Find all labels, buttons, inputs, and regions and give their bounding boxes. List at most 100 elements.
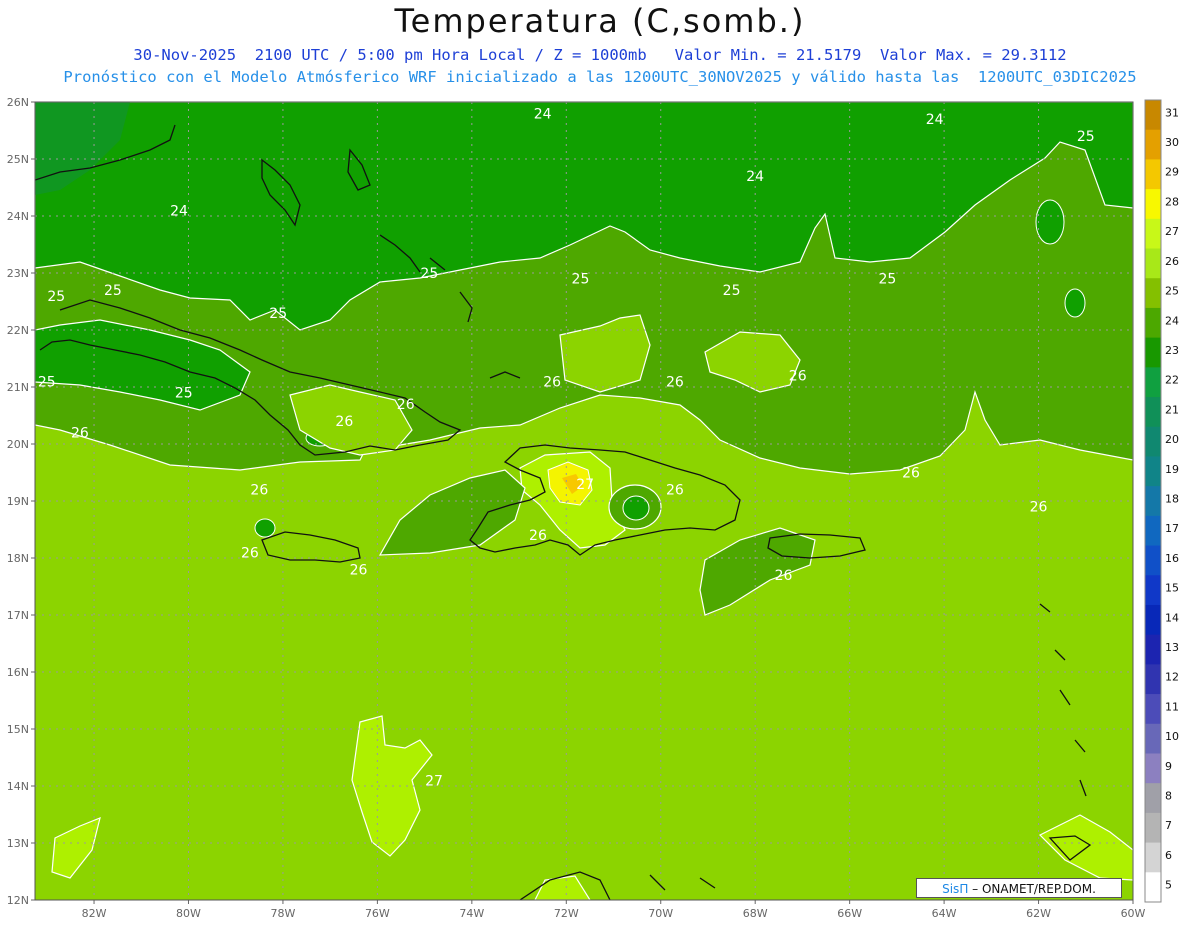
lat-label-17N: 17N xyxy=(7,609,29,622)
contour-label-19: 26 xyxy=(71,426,89,442)
colorbar-swatch-5 xyxy=(1145,248,1161,279)
lat-label-26N: 26N xyxy=(7,96,29,109)
credit-org: ONAMET/REP.DOM. xyxy=(981,882,1096,896)
lat-label-19N: 19N xyxy=(7,495,29,508)
contour-label-20: 26 xyxy=(250,483,268,499)
credit-separator: – xyxy=(968,882,982,896)
contour-label-10: 25 xyxy=(879,272,897,288)
contour-label-14: 26 xyxy=(543,374,561,390)
colorbar-swatch-8 xyxy=(1145,337,1161,368)
colorbar-swatch-4 xyxy=(1145,218,1161,250)
contour-label-0: 24 xyxy=(534,106,552,122)
colorbar-label-6: 6 xyxy=(1165,849,1172,862)
colorbar-swatch-15 xyxy=(1145,545,1161,576)
contour-label-5: 25 xyxy=(47,289,65,305)
contour-label-8: 25 xyxy=(572,272,590,288)
colorbar-label-20: 20 xyxy=(1165,433,1179,446)
temperature-map[interactable]: 26N 25N 24N 23N 22N 21N 20N 19N 18N 17N 16N 15N 14N 1… xyxy=(0,0,1200,927)
colorbar-label-11: 11 xyxy=(1165,700,1179,713)
lon-label-82W: 82W xyxy=(82,907,107,920)
colorbar-label-24: 24 xyxy=(1165,314,1179,327)
colorbar-swatch-11 xyxy=(1145,426,1161,457)
contour-label-24: 26 xyxy=(1030,500,1048,516)
shaded-field xyxy=(35,102,1133,900)
lat-label-18N: 18N xyxy=(7,552,29,565)
colorbar-swatch-0 xyxy=(1145,100,1161,131)
colorbar-swatch-16 xyxy=(1145,575,1161,606)
band-24-cordillera xyxy=(622,495,650,521)
contour-label-23: 26 xyxy=(902,466,920,482)
lon-label-78W: 78W xyxy=(270,907,295,920)
lat-label-15N: 15N xyxy=(7,723,29,736)
colorbar-swatch-18 xyxy=(1145,634,1161,665)
lat-label-21N: 21N xyxy=(7,381,29,394)
band-24-east xyxy=(1064,288,1086,318)
lon-label-66W: 66W xyxy=(837,907,862,920)
colorbar-label-21: 21 xyxy=(1165,403,1179,416)
lat-label-14N: 14N xyxy=(7,780,29,793)
colorbar-label-12: 12 xyxy=(1165,671,1179,684)
contour-label-29: 27 xyxy=(425,773,443,789)
colorbar-label-23: 23 xyxy=(1165,344,1179,357)
colorbar-swatch-14 xyxy=(1145,515,1161,547)
colorbar-swatch-13 xyxy=(1145,486,1161,517)
colorbar-swatch-17 xyxy=(1145,604,1161,636)
band-24-jamaica xyxy=(254,518,276,538)
colorbar-label-31: 31 xyxy=(1165,106,1179,119)
lat-label-20N: 20N xyxy=(7,438,29,451)
colorbar-swatch-1 xyxy=(1145,129,1161,160)
colorbar-label-27: 27 xyxy=(1165,225,1179,238)
colorbar-swatch-10 xyxy=(1145,397,1161,428)
lat-label-12N: 12N xyxy=(7,894,29,907)
lon-label-60W: 60W xyxy=(1121,907,1146,920)
contour-label-3: 25 xyxy=(1077,129,1095,145)
colorbar-label-8: 8 xyxy=(1165,790,1172,803)
colorbar-label-22: 22 xyxy=(1165,374,1179,387)
lon-label-72W: 72W xyxy=(554,907,579,920)
contour-label-28: 26 xyxy=(775,568,793,584)
colorbar-swatch-6 xyxy=(1145,278,1161,309)
lon-label-68W: 68W xyxy=(743,907,768,920)
contour-label-26: 26 xyxy=(241,545,259,561)
colorbar-label-13: 13 xyxy=(1165,641,1179,654)
colorbar-swatch-9 xyxy=(1145,367,1161,398)
contour-label-4: 24 xyxy=(170,203,188,219)
contour-label-2: 24 xyxy=(926,112,944,128)
colorbar-label-9: 9 xyxy=(1165,760,1172,773)
contour-label-1: 24 xyxy=(746,169,764,185)
credit-brand: SisΠ xyxy=(942,882,969,896)
contour-label-25: 26 xyxy=(529,528,547,544)
contour-label-7: 25 xyxy=(420,266,438,282)
contour-label-6: 25 xyxy=(104,283,122,299)
colorbar-swatch-24 xyxy=(1145,812,1161,844)
lon-label-62W: 62W xyxy=(1026,907,1051,920)
colorbar-label-30: 30 xyxy=(1165,136,1179,149)
contour-label-11: 25 xyxy=(269,306,287,322)
colorbar-label-15: 15 xyxy=(1165,582,1179,595)
contour-label-9: 25 xyxy=(723,283,741,299)
contour-label-27: 26 xyxy=(350,562,368,578)
colorbar-label-16: 16 xyxy=(1165,552,1179,565)
contour-label-15: 26 xyxy=(666,374,684,390)
contour-label-13: 25 xyxy=(175,386,193,402)
colorbar-label-7: 7 xyxy=(1165,819,1172,832)
colorbar-swatch-19 xyxy=(1145,664,1161,695)
credit-box: SisΠ – ONAMET/REP.DOM. xyxy=(916,878,1122,898)
lat-label-16N: 16N xyxy=(7,666,29,679)
lon-label-64W: 64W xyxy=(932,907,957,920)
band-24-ne xyxy=(1035,199,1065,245)
lat-label-25N: 25N xyxy=(7,153,29,166)
colorbar-label-25: 25 xyxy=(1165,285,1179,298)
latitude-labels: 26N 25N 24N 23N 22N 21N 20N 19N 18N 17N 16N 15N 14N 1… xyxy=(7,96,35,907)
contour-label-18: 26 xyxy=(335,414,353,430)
lat-label-23N: 23N xyxy=(7,267,29,280)
contour-label-17: 26 xyxy=(397,397,415,413)
colorbar-swatch-3 xyxy=(1145,189,1161,220)
color-scale-bar: 31 30 29 28 27 26 25 24 23 22 21 20 19 18 17 16 15 14 13 12… xyxy=(1144,99,1179,903)
lon-label-74W: 74W xyxy=(459,907,484,920)
lat-label-24N: 24N xyxy=(7,210,29,223)
contour-label-22: 26 xyxy=(666,483,684,499)
contour-label-21: 27 xyxy=(576,477,594,493)
contour-label-12: 25 xyxy=(38,374,56,390)
colorbar-label-19: 19 xyxy=(1165,463,1179,476)
